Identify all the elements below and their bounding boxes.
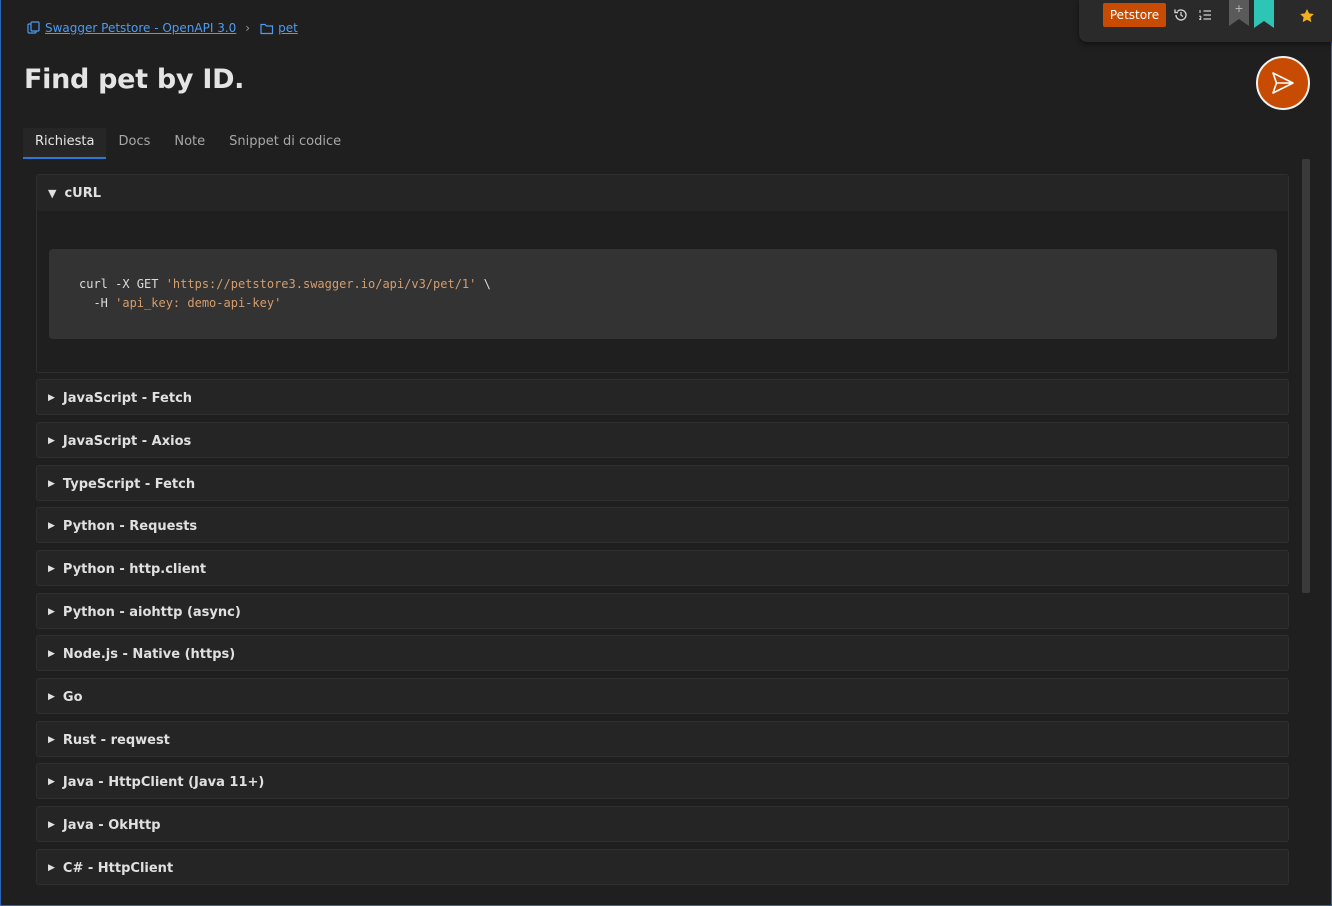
snippet-title: C# - HttpClient <box>62 860 174 876</box>
snippet-row[interactable]: ▶ Python - aiohttp (async) <box>36 593 1289 629</box>
curl-section: ▼ cURL curl -X GET 'https://petstore3.sw… <box>36 174 1289 373</box>
snippet-title: TypeScript - Fetch <box>62 476 196 492</box>
tab-request[interactable]: Richiesta <box>23 128 107 159</box>
app-window: Swagger Petstore - OpenAPI 3.0 › pet Pet… <box>0 0 1332 906</box>
caret-right-icon: ▶ <box>48 436 55 446</box>
code-line-2-header: 'api_key: demo-api-key' <box>115 296 282 310</box>
snippet-title: Node.js - Native (https) <box>62 646 236 662</box>
top-toolbar: Petstore + <box>1079 0 1332 42</box>
breadcrumb-collection-label: Swagger Petstore - OpenAPI 3.0 <box>45 21 237 35</box>
curl-section-title: cURL <box>64 185 102 201</box>
caret-right-icon: ▶ <box>48 564 55 574</box>
breadcrumb-folder[interactable]: pet <box>260 21 298 35</box>
folder-icon <box>260 23 274 34</box>
code-line-1-tail: \ <box>476 277 491 291</box>
snippet-row[interactable]: ▶ JavaScript - Fetch <box>36 379 1289 415</box>
breadcrumb-folder-label: pet <box>278 21 298 35</box>
snippet-row[interactable]: ▶ Rust - reqwest <box>36 721 1289 757</box>
snippet-row[interactable]: ▶ Java - HttpClient (Java 11+) <box>36 763 1289 799</box>
vertical-scrollbar[interactable] <box>1302 159 1310 593</box>
breadcrumb-collection[interactable]: Swagger Petstore - OpenAPI 3.0 <box>27 21 236 35</box>
tab-code-snippets[interactable]: Snippet di codice <box>217 128 353 159</box>
caret-down-icon: ▼ <box>48 186 57 200</box>
snippet-row[interactable]: ▶ Java - OkHttp <box>36 806 1289 842</box>
tab-notes[interactable]: Note <box>162 128 217 159</box>
snippet-row[interactable]: ▶ Node.js - Native (https) <box>36 635 1289 671</box>
snippet-row[interactable]: ▶ C# - HttpClient <box>36 849 1289 885</box>
star-icon[interactable] <box>1299 8 1315 24</box>
snippet-title: Python - Requests <box>62 518 198 534</box>
page-title: Find pet by ID. <box>24 64 245 95</box>
environment-button[interactable]: Petstore <box>1103 3 1166 27</box>
bookmark-icon[interactable] <box>1254 0 1274 28</box>
code-line-1-cmd: curl -X GET <box>79 277 166 291</box>
snippet-title: Python - aiohttp (async) <box>62 604 241 620</box>
caret-right-icon: ▶ <box>48 863 55 873</box>
snippet-title: Java - HttpClient (Java 11+) <box>62 774 265 790</box>
list-icon[interactable] <box>1197 7 1213 23</box>
snippet-title: Java - OkHttp <box>62 817 161 833</box>
snippet-title: Rust - reqwest <box>62 732 170 748</box>
breadcrumb: Swagger Petstore - OpenAPI 3.0 › pet <box>27 19 298 37</box>
caret-right-icon: ▶ <box>48 607 55 617</box>
send-request-button[interactable] <box>1256 56 1310 110</box>
snippet-row[interactable]: ▶ Python - http.client <box>36 550 1289 586</box>
code-line-2-cmd: -H <box>79 296 116 310</box>
history-icon[interactable] <box>1173 7 1189 23</box>
caret-right-icon: ▶ <box>48 735 55 745</box>
breadcrumb-separator: › <box>245 21 251 35</box>
caret-right-icon: ▶ <box>48 479 55 489</box>
snippet-row[interactable]: ▶ TypeScript - Fetch <box>36 465 1289 501</box>
curl-section-header[interactable]: ▼ cURL <box>37 175 1288 211</box>
snippet-title: JavaScript - Fetch <box>62 390 193 406</box>
add-bookmark-icon[interactable]: + <box>1229 0 1249 26</box>
caret-right-icon: ▶ <box>48 820 55 830</box>
snippet-row[interactable]: ▶ Python - Requests <box>36 507 1289 543</box>
caret-right-icon: ▶ <box>48 777 55 787</box>
snippet-title: JavaScript - Axios <box>62 433 192 449</box>
curl-code-block[interactable]: curl -X GET 'https://petstore3.swagger.i… <box>49 249 1277 339</box>
tab-docs[interactable]: Docs <box>106 128 162 159</box>
snippet-title: Python - http.client <box>62 561 207 577</box>
tab-bar: Richiesta Docs Note Snippet di codice <box>23 128 353 159</box>
caret-right-icon: ▶ <box>48 521 55 531</box>
collection-icon <box>27 21 40 34</box>
add-bookmark-label: + <box>1234 2 1243 15</box>
code-line-1-url: 'https://petstore3.swagger.io/api/v3/pet… <box>165 277 477 291</box>
snippets-panel: ▼ cURL curl -X GET 'https://petstore3.sw… <box>23 159 1301 885</box>
snippet-title: Go <box>62 689 83 705</box>
caret-right-icon: ▶ <box>48 393 55 403</box>
caret-right-icon: ▶ <box>48 649 55 659</box>
caret-right-icon: ▶ <box>48 692 55 702</box>
send-icon <box>1272 72 1294 94</box>
snippet-row[interactable]: ▶ JavaScript - Axios <box>36 422 1289 458</box>
snippet-row[interactable]: ▶ Go <box>36 678 1289 714</box>
